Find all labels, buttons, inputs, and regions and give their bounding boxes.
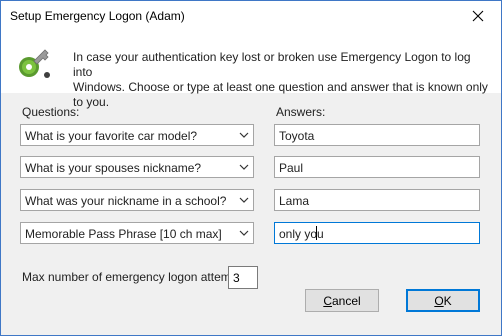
question-select-1-value: What is your favorite car model?: [25, 129, 198, 143]
text-caret: [316, 226, 317, 240]
answer-field-4[interactable]: only you: [274, 222, 480, 244]
question-select-2[interactable]: What is your spouses nickname?: [20, 156, 254, 178]
chevron-down-icon: [239, 164, 249, 170]
answer-field-2[interactable]: Paul: [274, 156, 480, 178]
chevron-down-icon: [239, 197, 249, 203]
emergency-logon-dialog: Setup Emergency Logon (Adam) In case you…: [0, 0, 502, 336]
max-attempts-input[interactable]: 3: [228, 266, 258, 289]
answer-field-3-value: Lama: [279, 194, 310, 208]
cancel-button[interactable]: Cancel: [305, 289, 379, 312]
max-attempts-label: Max number of emergency logon attempts:: [22, 270, 251, 284]
max-attempts-value: 3: [233, 271, 240, 285]
question-select-4[interactable]: Memorable Pass Phrase [10 ch max]: [20, 222, 254, 244]
key-icon: [19, 49, 50, 78]
question-select-1[interactable]: What is your favorite car model?: [20, 124, 254, 146]
intro-line-1: In case your authentication key lost or …: [73, 50, 471, 79]
question-select-3-value: What was your nickname in a school?: [25, 194, 227, 208]
ok-button[interactable]: OK: [406, 289, 480, 312]
chevron-down-icon: [239, 132, 249, 138]
chevron-down-icon: [239, 230, 249, 236]
window-title: Setup Emergency Logon (Adam): [10, 9, 185, 23]
ok-button-label: OK: [434, 293, 452, 308]
intro-text: In case your authentication key lost or …: [73, 50, 493, 110]
close-icon: [472, 10, 484, 22]
question-select-2-value: What is your spouses nickname?: [25, 161, 202, 175]
answer-field-1[interactable]: Toyota: [274, 124, 480, 146]
cancel-button-label: Cancel: [323, 293, 361, 308]
answers-label: Answers:: [276, 105, 326, 119]
answer-field-3[interactable]: Lama: [274, 189, 480, 211]
question-select-3[interactable]: What was your nickname in a school?: [20, 189, 254, 211]
question-select-4-value: Memorable Pass Phrase [10 ch max]: [25, 227, 222, 241]
title-bar: Setup Emergency Logon (Adam): [1, 1, 501, 31]
header-panel: In case your authentication key lost or …: [1, 31, 501, 109]
answer-field-2-value: Paul: [279, 161, 304, 175]
answer-field-1-value: Toyota: [279, 129, 315, 143]
close-button[interactable]: [455, 1, 501, 31]
questions-label: Questions:: [22, 105, 80, 119]
